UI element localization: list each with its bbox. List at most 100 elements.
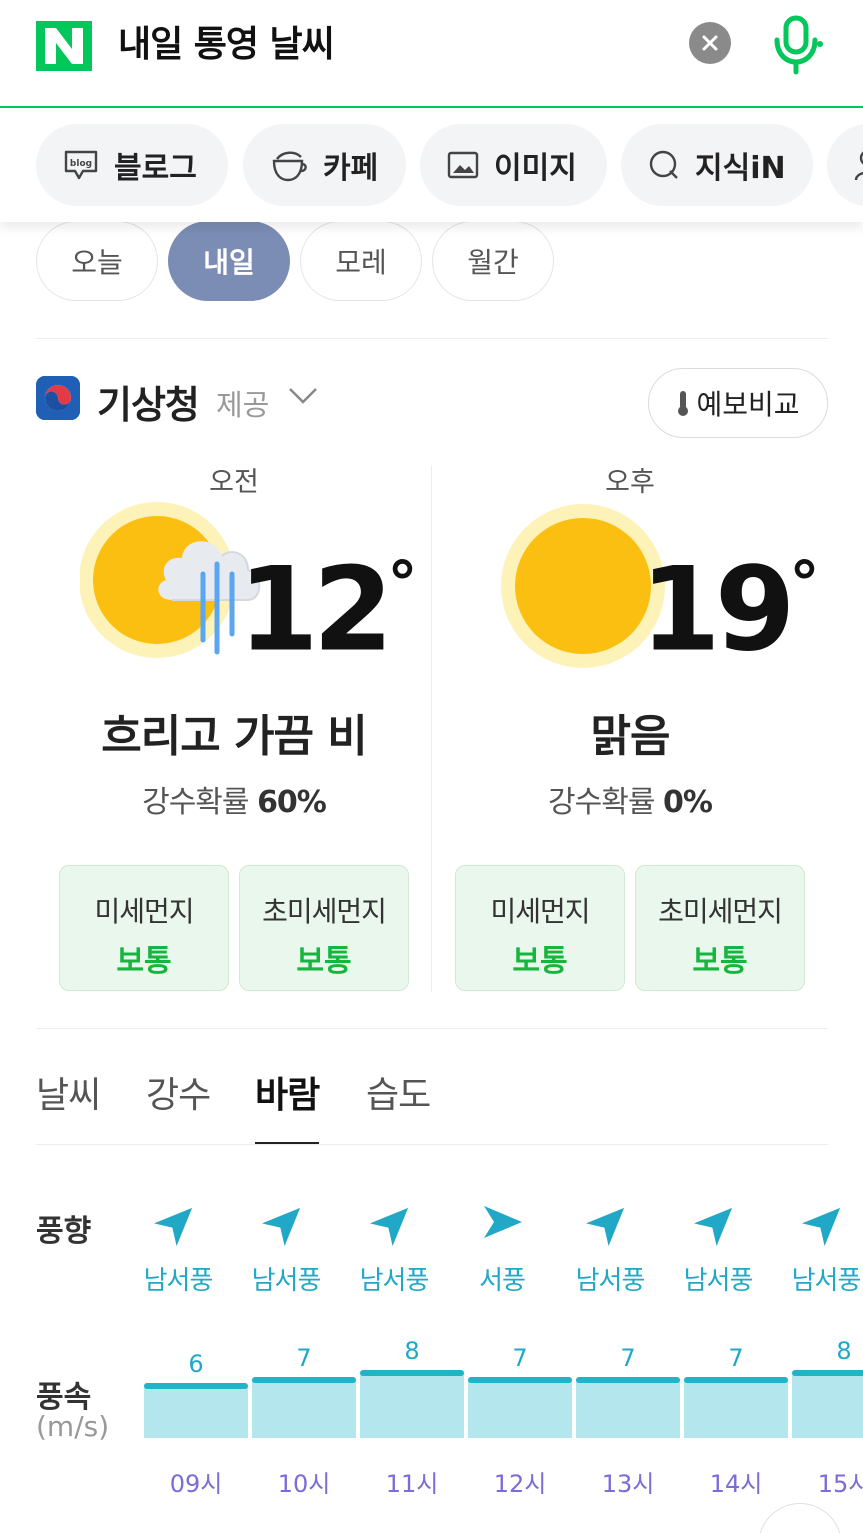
naver-logo[interactable] [36,21,92,71]
wind-speed-bar-cap [144,1383,248,1389]
wind-speed-bar-cap [360,1370,464,1376]
tab-weather[interactable]: 날씨 [36,1066,101,1118]
wind-direction-arrow-icon [154,1207,193,1246]
wind-speed-bar [468,1379,572,1438]
forecast-compare-button[interactable]: 예보비교 [648,368,828,438]
am-condition: 흐리고 가끔 비 [101,711,368,762]
wind-speed-value: 7 [728,1343,744,1372]
wind-speed-bar [144,1386,248,1438]
wind-speed-value: 7 [620,1343,636,1372]
dust-name: 초미세먼지 [658,895,783,928]
wind-direction-arrow-icon [802,1207,841,1246]
dust-value: 보통 [116,944,172,979]
day-tab-monthly[interactable]: 월간 [432,221,554,301]
close-icon [702,35,718,51]
search-category-bar: blog 블로그 카페 이미지 지식iN [0,110,863,222]
wind-direction-text: 서풍 [479,1266,526,1296]
clear-search-button[interactable] [689,22,731,64]
precip-label: 강수확률 [548,785,655,820]
wind-direction-text: 남서풍 [791,1266,862,1296]
wind-direction-arrow-icon [262,1207,301,1246]
wind-speed-bar [360,1373,464,1438]
wind-direction-text: 남서풍 [251,1266,322,1296]
pm-label: 오후 [605,467,655,498]
category-label: 지식iN [695,151,786,186]
search-bar: 내일 통영 날씨 [0,0,863,108]
divider [36,338,828,339]
category-more[interactable] [827,124,863,206]
am-temperature-value: 12 [238,542,393,678]
day-tab-day-after[interactable]: 모레 [300,221,422,301]
pm-precipitation: 강수확률 0% [432,777,828,821]
category-knowledge-in[interactable]: 지식iN [621,124,813,206]
chevron-down-icon[interactable] [288,386,318,406]
degree-symbol: ° [789,549,820,619]
hour-label: 09시 [169,1470,223,1498]
pm-temperature: 19° [640,530,819,671]
pm-fine-dust-badge[interactable]: 미세먼지 보통 [455,865,625,991]
compare-label: 예보비교 [696,388,800,421]
wind-speed-value: 8 [404,1337,420,1365]
day-tab-today[interactable]: 오늘 [36,221,158,301]
am-ultrafine-dust-badge[interactable]: 초미세먼지 보통 [239,865,409,991]
wind-direction-arrow-icon [694,1207,733,1246]
search-query[interactable]: 내일 통영 날씨 [118,20,335,70]
day-tab-tomorrow[interactable]: 내일 [168,221,290,301]
divider [36,1028,828,1029]
wind-speed-bar [252,1379,356,1438]
pm-ultrafine-dust-badge[interactable]: 초미세먼지 보통 [635,865,805,991]
kma-logo [36,376,80,420]
wind-direction-text: 남서풍 [359,1266,430,1296]
wind-speed-bar [684,1379,788,1438]
dust-value: 보통 [296,944,352,979]
wind-speed-value: 7 [296,1343,312,1372]
category-label: 카페 [323,151,379,186]
am-precipitation: 강수확률 60% [36,777,432,821]
am-temperature: 12° [238,530,417,671]
category-cafe[interactable]: 카페 [243,124,406,206]
dust-value: 보통 [692,944,748,979]
thermometer-icon [678,391,689,416]
wind-direction-text: 남서풍 [143,1266,214,1296]
tab-humidity[interactable]: 습도 [366,1066,431,1118]
am-label: 오전 [209,467,259,498]
wind-direction-arrow-icon [586,1207,625,1246]
divider [36,1144,828,1145]
hour-label: 14시 [709,1470,763,1498]
category-image[interactable]: 이미지 [420,124,607,206]
category-label: 블로그 [114,151,197,186]
hour-label: 10시 [277,1470,331,1498]
am-fine-dust-badge[interactable]: 미세먼지 보통 [59,865,229,991]
microphone-icon[interactable] [770,14,824,76]
tab-precipitation[interactable]: 강수 [146,1066,211,1118]
wind-speed-bar-cap [792,1370,863,1376]
dust-name: 초미세먼지 [262,895,387,928]
hour-label: 11시 [385,1470,439,1498]
dust-name: 미세먼지 [490,895,590,928]
hour-label: 13시 [601,1470,655,1498]
wind-speed-value: 6 [188,1350,204,1378]
category-blog[interactable]: blog 블로그 [36,124,228,206]
wind-speed-bar-cap [252,1376,356,1383]
knowledge-q-icon [649,150,678,179]
wind-direction-arrow-icon [370,1207,409,1246]
wind-speed-bar [792,1373,863,1438]
hour-label: 12시 [493,1470,547,1498]
wind-speed-bar-cap [684,1376,788,1383]
wind-direction-label: 풍향 [36,1214,92,1249]
provider-suffix: 제공 [216,388,270,422]
wind-speed-bar-cap [576,1376,680,1383]
scroll-right-button[interactable] [758,1503,842,1533]
wind-direction-text: 남서풍 [575,1266,646,1296]
provider-name: 기상청 [97,383,200,427]
wind-speed-unit: (m/s) [36,1410,110,1443]
category-label: 이미지 [494,151,577,186]
pm-temperature-value: 19 [640,542,795,678]
image-icon [447,151,479,179]
degree-symbol: ° [387,549,418,619]
wind-speed-bar [576,1379,680,1438]
dust-name: 미세먼지 [94,895,194,928]
cafe-cup-icon [272,151,307,182]
blog-icon: blog [64,150,98,180]
tab-wind[interactable]: 바람 [255,1066,320,1118]
